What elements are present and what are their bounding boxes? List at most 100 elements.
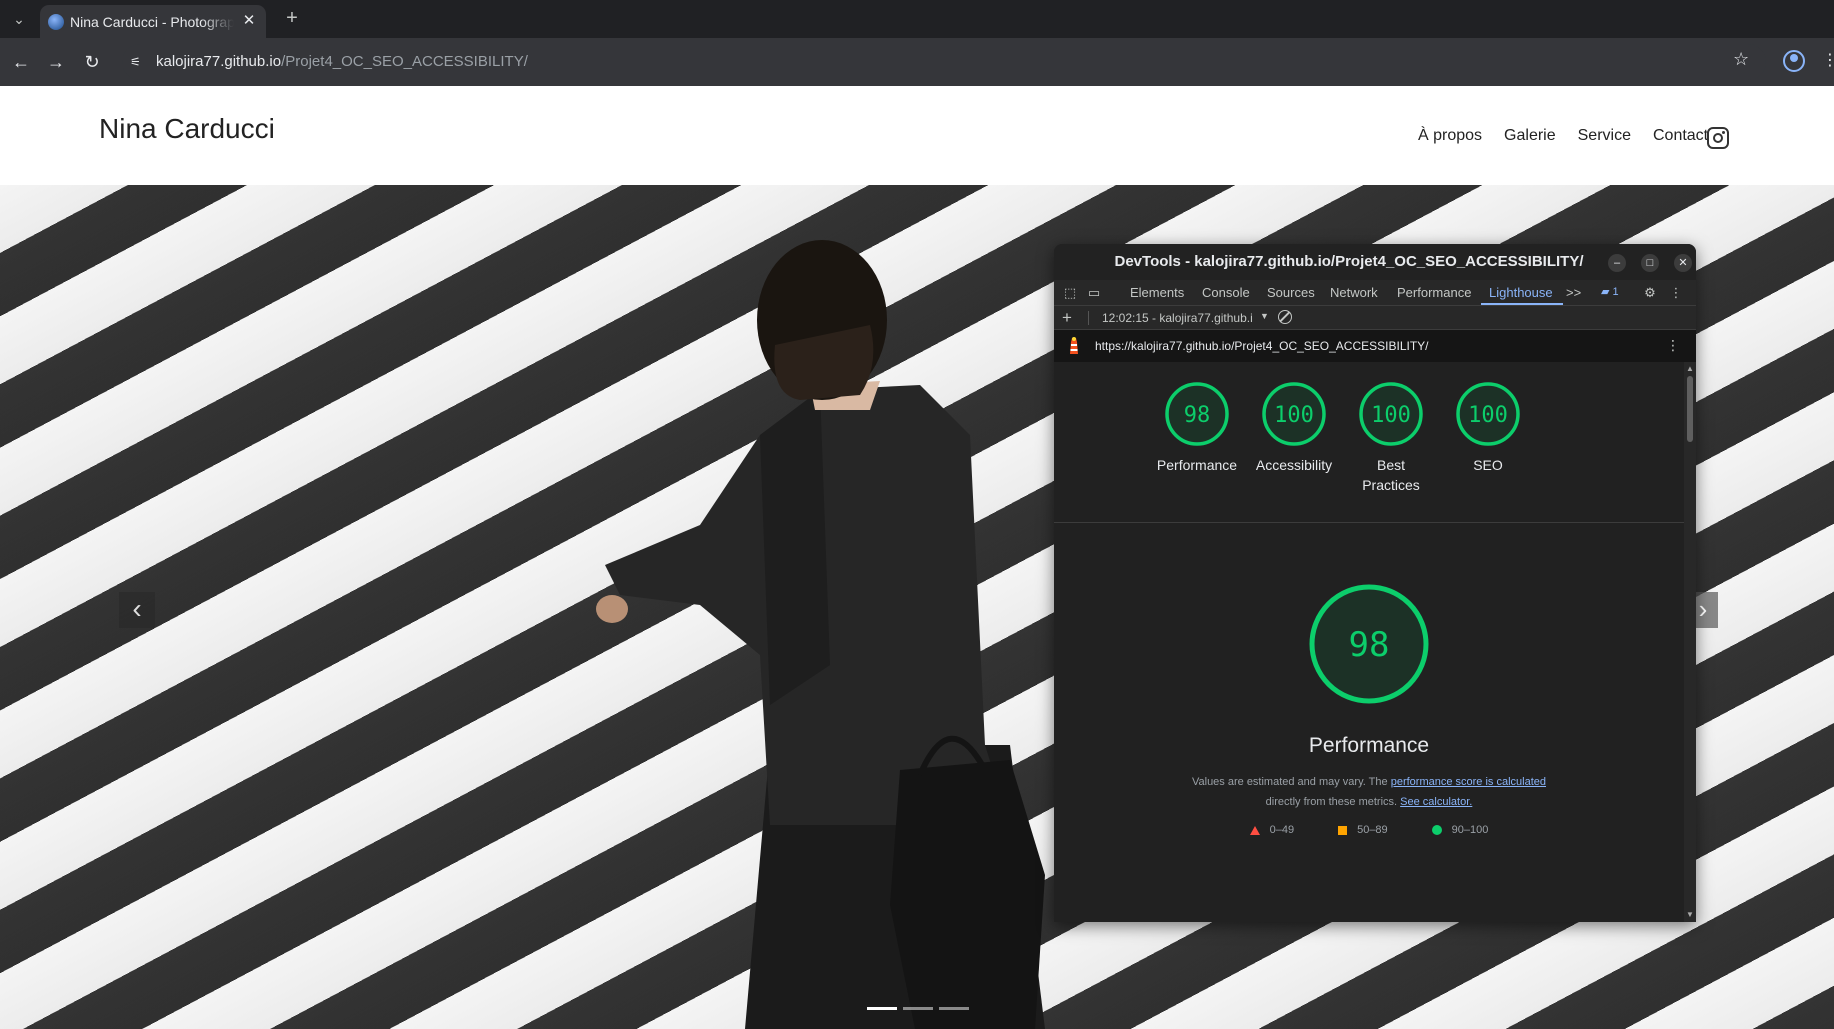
lighthouse-logo-icon [1070,337,1078,354]
fail-triangle-icon [1249,825,1260,835]
performance-main-gauge: 98 [1309,584,1429,704]
settings-gear-icon[interactable]: ⚙ [1642,285,1658,301]
tab-performance[interactable]: Performance [1397,285,1471,300]
site-info-tune-icon[interactable]: ⚟ [130,54,146,70]
url-path: /Projet4_OC_SEO_ACCESSIBILITY/ [281,53,528,70]
gauge-label: Accessibility [1255,457,1333,473]
browser-tab[interactable]: Nina Carducci - Photographe ✕ [40,5,266,38]
globe-favicon-icon [48,14,64,30]
back-arrow-icon[interactable]: ← [9,50,33,74]
carousel-prev-chevron-icon[interactable]: ‹ [119,592,155,628]
tab-console[interactable]: Console [1202,285,1250,300]
report-menu-kebab-icon[interactable]: ⋮ [1666,337,1680,354]
gauge-best-practices[interactable]: 100 Best Practices [1346,381,1436,495]
profile-avatar-icon[interactable] [1783,50,1805,72]
devtools-window-title: DevTools - kalojira77.github.io/Projet4_… [1114,253,1584,270]
pass-circle-icon [1431,825,1442,835]
average-square-icon [1338,825,1348,835]
score-gauges: 98 Performance 100 Accessibility 100 Bes… [1054,362,1684,512]
carousel-indicator[interactable] [867,1007,897,1010]
issues-count: 1 [1612,286,1619,298]
toolbar-divider [1088,311,1089,325]
clear-reports-icon[interactable] [1278,310,1292,324]
site-title[interactable]: Nina Carducci [99,113,275,145]
legend-pass-label: 90–100 [1451,824,1489,836]
tab-lighthouse[interactable]: Lighthouse [1489,285,1553,300]
issues-badge[interactable]: ▰ 1 [1601,285,1619,298]
inspect-element-icon[interactable]: ⬚ [1062,285,1078,301]
lighthouse-url-bar: https://kalojira77.github.io/Projet4_OC_… [1054,330,1696,362]
scroll-up-arrow-icon[interactable]: ▲ [1686,364,1694,373]
devtools-window: DevTools - kalojira77.github.io/Projet4_… [1054,244,1696,922]
scrollbar-thumb[interactable] [1687,376,1693,442]
nav-link-contact[interactable]: Contact [1653,127,1708,145]
report-selector[interactable]: 12:02:15 - kalojira77.github.i [1102,311,1253,325]
carousel-indicator[interactable] [939,1007,969,1010]
scroll-down-arrow-icon[interactable]: ▼ [1686,910,1694,919]
gauge-accessibility[interactable]: 100 Accessibility [1249,381,1339,475]
performance-title: Performance [1308,734,1430,757]
carousel-indicators [867,1007,969,1010]
lighthouse-toolbar: + 12:02:15 - kalojira77.github.i ▼ [1054,306,1696,330]
gauge-seo[interactable]: 100 SEO [1443,381,1533,475]
tab-sources[interactable]: Sources [1267,285,1315,300]
score-calculated-link[interactable]: performance score is calculated [1391,776,1546,788]
gauge-ring: 100 [1456,382,1520,446]
url-host: kalojira77.github.io [156,53,282,70]
minimize-icon[interactable]: – [1608,254,1626,272]
legend-fail-label: 0–49 [1269,824,1295,836]
main-score: 98 [1349,625,1390,665]
gauge-ring: 100 [1262,382,1326,446]
report-dropdown-caret-icon[interactable]: ▼ [1260,311,1269,321]
gauge-performance[interactable]: 98 Performance [1152,381,1242,475]
performance-note: Values are estimated and may vary. The p… [1054,772,1684,812]
carousel-indicator[interactable] [903,1007,933,1010]
tab-search-chevron-icon[interactable]: ⌄ [8,8,30,30]
gauge-ring: 100 [1359,382,1423,446]
gauge-score: 100 [1468,403,1508,428]
devtools-titlebar[interactable]: DevTools - kalojira77.github.io/Projet4_… [1054,244,1696,280]
tab-network[interactable]: Network [1330,285,1378,300]
site-header: Nina Carducci À propos Galerie Service C… [0,86,1834,185]
legend-average: 50–89 [1338,824,1388,836]
new-tab-plus-icon[interactable]: + [280,7,304,31]
gauge-score: 100 [1371,403,1411,428]
address-url[interactable]: kalojira77.github.io/Projet4_OC_SEO_ACCE… [156,53,528,70]
browser-tab-strip: ⌄ Nina Carducci - Photographe ✕ + [0,0,1834,38]
nav-link-gallery[interactable]: Galerie [1504,127,1556,145]
close-window-icon[interactable]: ✕ [1674,254,1692,272]
note-text-2: directly from these metrics. [1265,796,1398,808]
bookmark-star-icon[interactable]: ☆ [1733,49,1749,70]
devtools-kebab-icon[interactable]: ⋮ [1668,285,1684,301]
nav-link-about[interactable]: À propos [1418,127,1482,145]
gauge-label: Performance [1156,457,1238,473]
report-url[interactable]: https://kalojira77.github.io/Projet4_OC_… [1095,339,1429,353]
browser-menu-kebab-icon[interactable]: ⋮ [1822,50,1834,70]
report-divider [1054,522,1684,523]
devtools-tab-bar: ⬚ ▭ Elements Console Sources Network Per… [1054,280,1696,306]
lighthouse-report: 98 Performance 100 Accessibility 100 Bes… [1054,362,1684,922]
instagram-icon[interactable] [1707,127,1729,149]
forward-arrow-icon[interactable]: → [44,50,68,74]
new-report-plus-icon[interactable]: + [1062,308,1072,328]
address-bar[interactable]: ⚟ kalojira77.github.io/Projet4_OC_SEO_AC… [122,44,1766,80]
site-nav: À propos Galerie Service Contact [1418,127,1708,145]
more-tabs-icon[interactable]: >> [1566,285,1581,300]
device-toolbar-icon[interactable]: ▭ [1086,285,1102,301]
gauge-label: SEO [1473,457,1503,473]
maximize-icon[interactable]: □ [1641,254,1659,272]
tab-elements[interactable]: Elements [1130,285,1184,300]
see-calculator-link[interactable]: See calculator. [1400,796,1472,808]
gauge-ring: 98 [1165,382,1229,446]
gauge-score: 98 [1184,403,1211,428]
tab-title: Nina Carducci - Photographe [70,14,234,30]
legend-pass: 90–100 [1431,824,1489,836]
gauge-label: Best Practices [1362,457,1420,493]
nav-link-service[interactable]: Service [1578,127,1631,145]
reload-icon[interactable]: ↻ [80,50,104,74]
report-scrollbar[interactable]: ▲ ▼ [1684,362,1696,922]
note-text: Values are estimated and may vary. The [1191,776,1388,788]
active-tab-underline [1481,303,1563,305]
tab-close-icon[interactable]: ✕ [240,12,258,30]
gauge-score: 100 [1274,403,1314,428]
